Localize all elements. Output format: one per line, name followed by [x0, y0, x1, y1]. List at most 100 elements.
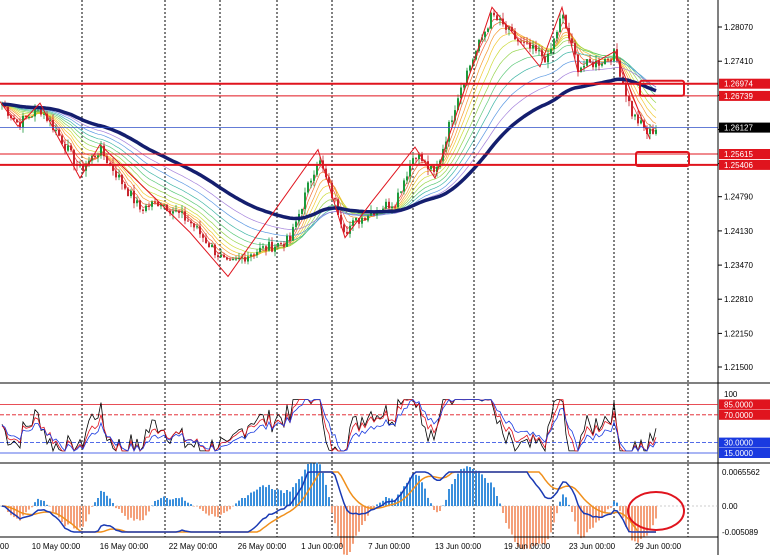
candle-body — [280, 243, 282, 245]
macd-histogram-bar — [49, 506, 51, 507]
macd-histogram-bar — [616, 502, 618, 506]
macd-histogram-bar — [82, 506, 84, 527]
main-price-pane[interactable] — [0, 0, 718, 383]
macd-histogram-bar — [61, 506, 63, 523]
time-axis-label: 1 Jun 00:00 — [301, 542, 343, 551]
time-axis-label: 29 Jun 00:00 — [635, 542, 682, 551]
price-label-text: 1.26974 — [724, 80, 753, 89]
candle-body — [256, 252, 258, 256]
macd-histogram-bar — [79, 506, 81, 528]
macd-histogram-bar — [103, 491, 105, 506]
candle-body — [70, 145, 72, 151]
candle-body — [553, 38, 555, 49]
macd-histogram-bar — [247, 495, 249, 506]
macd-histogram-bar — [448, 489, 450, 506]
candle-body — [217, 255, 219, 258]
macd-histogram-bar — [265, 487, 267, 506]
macd-histogram-bar — [223, 506, 225, 513]
price-tick-label: 1.23470 — [724, 261, 753, 270]
macd-histogram-bar — [334, 506, 336, 524]
macd-histogram-bar — [124, 506, 126, 516]
macd-histogram-bar — [322, 472, 324, 506]
candle-body — [355, 218, 357, 221]
macd-histogram-bar — [430, 503, 432, 506]
macd-histogram-bar — [493, 487, 495, 506]
candle-body — [544, 56, 546, 63]
candle-body — [259, 247, 261, 253]
time-axis-labels: 00 10 May 00:00 16 May 00:00 22 May 00:00 26… — [0, 542, 682, 551]
candle-body — [319, 160, 321, 165]
candle-body — [211, 244, 213, 248]
rsi-label-text: 70.0000 — [724, 411, 753, 420]
candle-body — [484, 31, 486, 38]
macd-histogram-bar — [505, 506, 507, 523]
candle-body — [277, 243, 279, 247]
macd-histogram-bar — [40, 500, 42, 506]
candle-body — [571, 38, 573, 44]
macd-histogram-bar — [121, 506, 123, 513]
candle-body — [238, 258, 240, 259]
macd-histogram-bar — [163, 496, 165, 506]
macd-histogram-bar — [490, 482, 492, 506]
macd-histogram-bar — [589, 506, 591, 529]
macd-histogram-bar — [415, 474, 417, 506]
candle-body — [460, 87, 462, 99]
macd-histogram-bar — [439, 506, 441, 511]
price-tick-label: 1.22150 — [724, 329, 753, 338]
macd-histogram-bar — [208, 506, 210, 516]
rsi-label-text: 30.0000 — [724, 439, 753, 448]
macd-histogram-bar — [640, 506, 642, 539]
macd-histogram-bar — [517, 506, 519, 547]
macd-histogram-bar — [187, 502, 189, 506]
candle-body — [202, 234, 204, 238]
macd-histogram-bar — [583, 506, 585, 538]
candle-body — [625, 83, 627, 96]
candle-body — [550, 49, 552, 54]
macd-histogram-bar — [85, 506, 87, 522]
macd-axis-label: -0.005089 — [722, 528, 759, 537]
candle-body — [430, 166, 432, 170]
candle-body — [205, 237, 207, 244]
candle-body — [307, 182, 309, 193]
candle-body — [394, 206, 396, 208]
candle-body — [583, 65, 585, 68]
macd-histogram-bar — [250, 492, 252, 506]
candle-body — [391, 206, 393, 209]
macd-histogram-bar — [376, 504, 378, 506]
candle-body — [178, 210, 180, 213]
macd-histogram-bar — [97, 498, 99, 506]
macd-histogram-bar — [28, 506, 30, 510]
candle-body — [523, 41, 525, 43]
macd-histogram-bar — [262, 485, 264, 506]
macd-histogram-bar — [340, 506, 342, 547]
candle-body — [400, 191, 402, 193]
macd-histogram-bar — [352, 506, 354, 544]
candle-body — [637, 114, 639, 124]
candle-body — [535, 45, 537, 51]
candle-body — [73, 150, 75, 165]
trading-chart[interactable]: 1.280701.274101.267501.260901.254301.247… — [0, 0, 770, 555]
time-axis-label: 16 May 00:00 — [100, 542, 149, 551]
macd-histogram-bar — [196, 506, 198, 507]
macd-histogram-bar — [361, 506, 363, 525]
candle-body — [250, 254, 252, 257]
candle-body — [295, 221, 297, 228]
macd-histogram-bar — [328, 497, 330, 506]
candle-body — [133, 190, 135, 204]
macd-histogram-bar — [235, 503, 237, 506]
candle-body — [16, 119, 18, 123]
candle-body — [415, 158, 417, 160]
macd-histogram-bar — [238, 500, 240, 506]
candle-body — [310, 180, 312, 183]
candle-body — [106, 156, 108, 164]
macd-histogram-bar — [259, 486, 261, 506]
macd-histogram-bar — [112, 503, 114, 506]
macd-histogram-bar — [157, 499, 159, 506]
price-label-text: 1.25406 — [724, 161, 753, 170]
macd-histogram-bar — [76, 506, 78, 530]
candle-body — [403, 180, 405, 192]
candle-body — [406, 176, 408, 181]
candle-body — [301, 209, 303, 214]
macd-histogram-bar — [553, 506, 555, 523]
macd-histogram-bar — [256, 489, 258, 506]
